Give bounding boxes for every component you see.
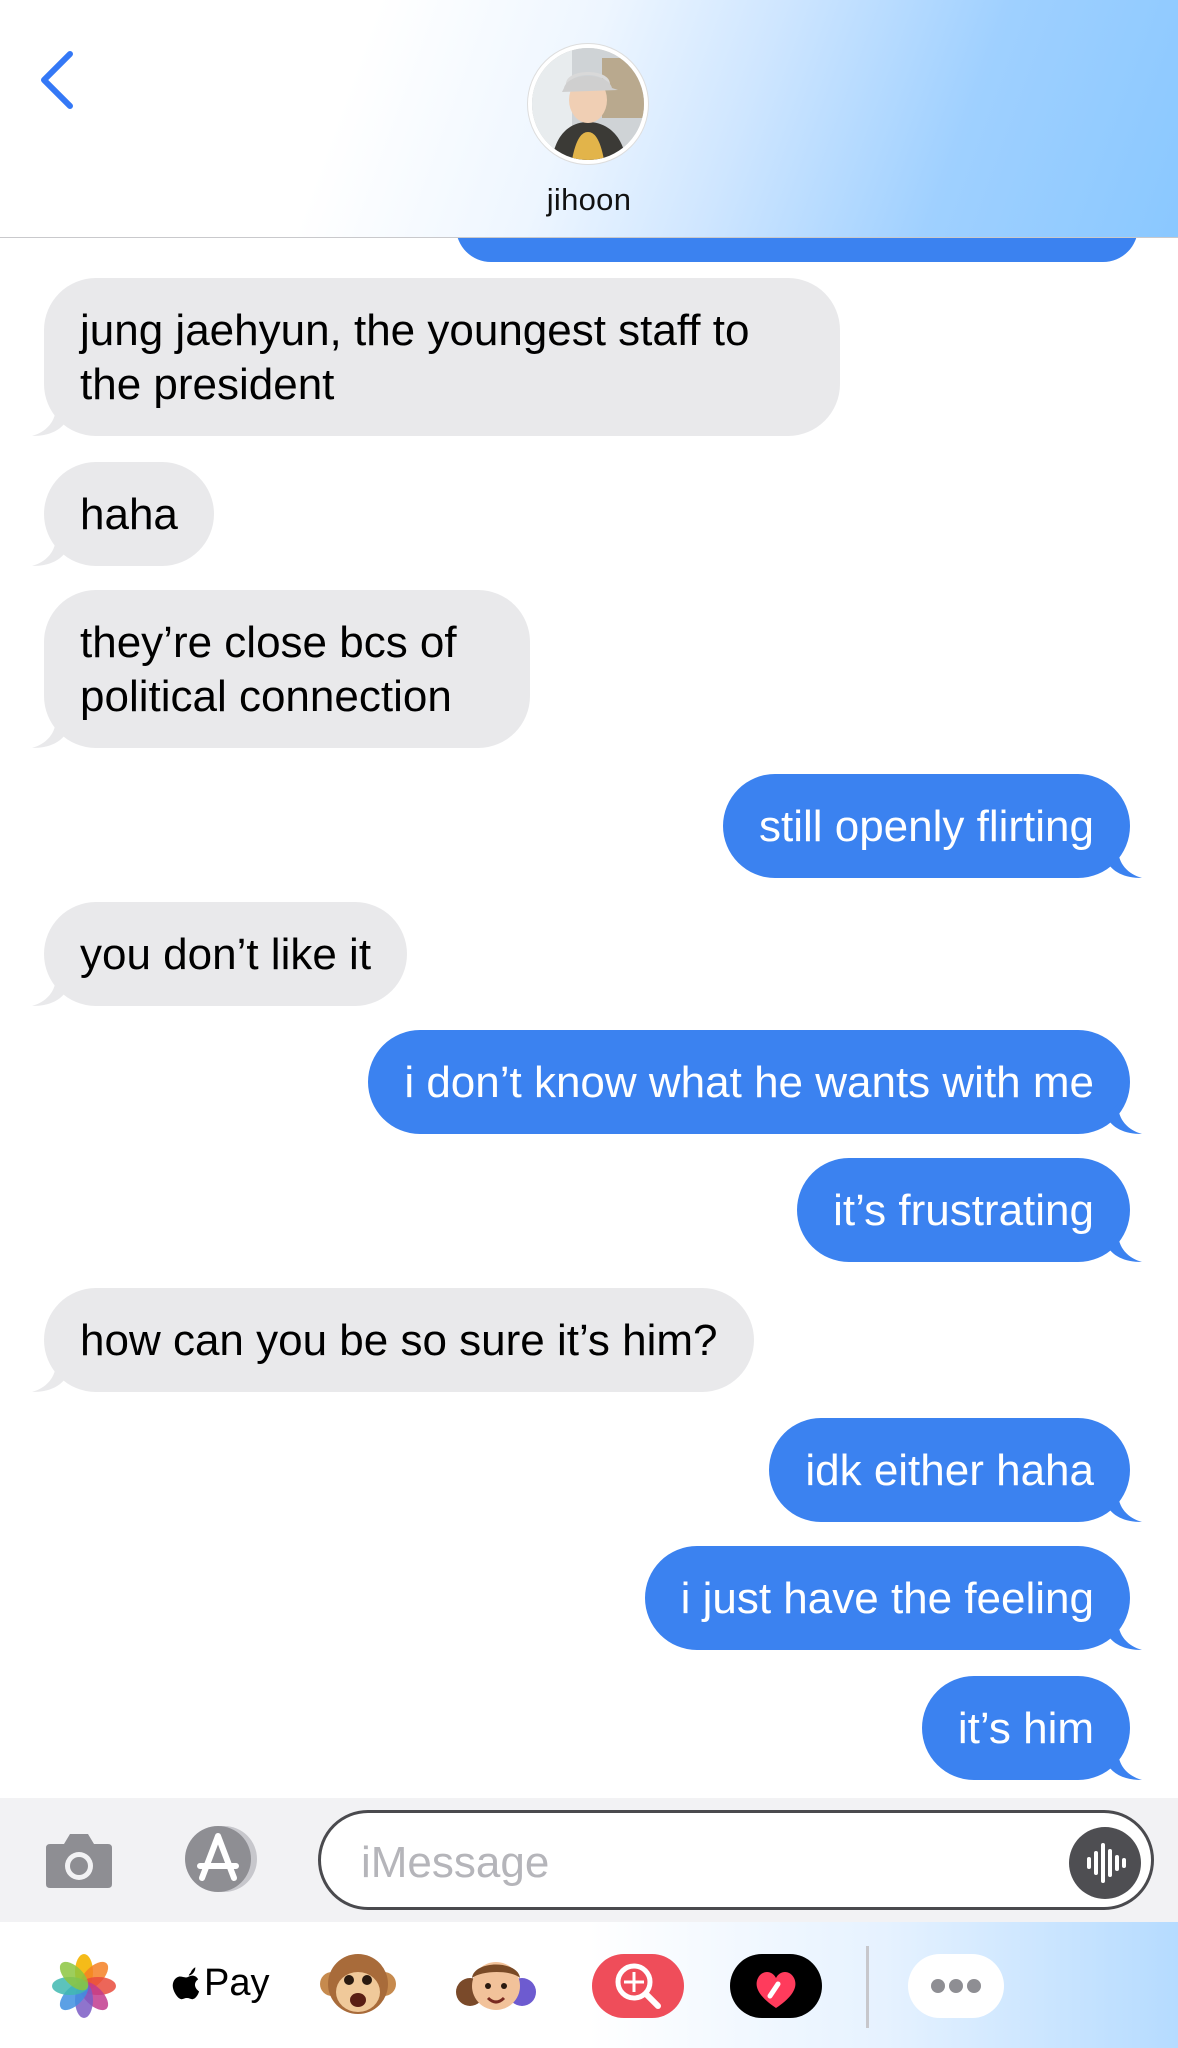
bubble-tail bbox=[32, 536, 68, 566]
memoji-app[interactable] bbox=[448, 1944, 544, 2028]
incoming-message[interactable]: haha bbox=[32, 462, 214, 566]
bubble-tail bbox=[1106, 1750, 1142, 1780]
digital-touch-app[interactable] bbox=[728, 1944, 824, 2028]
app-drawer: Pay bbox=[0, 1922, 1178, 2048]
digital-touch-icon bbox=[730, 1954, 822, 2018]
message-text: how can you be so sure it’s him? bbox=[80, 1316, 718, 1365]
apple-pay-icon bbox=[172, 1966, 200, 1999]
bubble-tail bbox=[1106, 848, 1142, 878]
contact-avatar[interactable] bbox=[528, 44, 648, 164]
outgoing-message[interactable]: idk either haha bbox=[769, 1418, 1142, 1522]
message-text: i don’t know what he wants with me bbox=[404, 1058, 1094, 1107]
search-images-icon bbox=[592, 1954, 684, 2018]
outgoing-message[interactable]: i just have the feeling bbox=[644, 1546, 1142, 1650]
incoming-message[interactable]: jung jaehyun, the youngest staff to the … bbox=[32, 278, 840, 436]
camera-button[interactable] bbox=[42, 1824, 116, 1894]
imessage-field[interactable] bbox=[318, 1810, 1154, 1910]
app-store-button[interactable] bbox=[176, 1822, 272, 1896]
bubble-tail bbox=[1106, 1492, 1142, 1522]
chevron-left-icon bbox=[41, 51, 73, 109]
contact-name[interactable]: jihoon bbox=[0, 182, 1178, 218]
message-text: they’re close bcs of political connectio… bbox=[80, 618, 457, 721]
incoming-message[interactable]: how can you be so sure it’s him? bbox=[32, 1288, 754, 1392]
partial-outgoing-bubble bbox=[456, 238, 1138, 262]
message-text: haha bbox=[80, 490, 178, 539]
outgoing-message[interactable]: i don’t know what he wants with me bbox=[368, 1030, 1142, 1134]
back-button[interactable] bbox=[30, 40, 90, 120]
bubble-tail bbox=[32, 406, 68, 436]
message-text: still openly flirting bbox=[758, 802, 1094, 851]
bubble-tail bbox=[32, 718, 68, 748]
more-apps-button[interactable] bbox=[906, 1944, 1006, 2028]
bubble-tail bbox=[32, 1362, 68, 1392]
photos-icon bbox=[52, 1954, 116, 2018]
apple-pay-label: Pay bbox=[204, 1962, 270, 2004]
outgoing-message[interactable]: still openly flirting bbox=[722, 774, 1142, 878]
message-text: idk either haha bbox=[805, 1446, 1094, 1495]
photos-app[interactable] bbox=[36, 1944, 132, 2028]
message-text: you don’t like it bbox=[80, 930, 372, 979]
message-text: jung jaehyun, the youngest staff to the … bbox=[80, 306, 750, 409]
bubble-tail bbox=[32, 976, 68, 1006]
drawer-separator bbox=[866, 1946, 869, 2028]
incoming-message[interactable]: they’re close bcs of political connectio… bbox=[32, 590, 530, 748]
conversation-header: jihoon bbox=[0, 0, 1178, 238]
outgoing-message[interactable]: it’s him bbox=[921, 1676, 1142, 1780]
apple-pay-app[interactable]: Pay bbox=[172, 1962, 269, 2005]
bubble-tail bbox=[1106, 1232, 1142, 1262]
more-apps-icon bbox=[908, 1954, 1004, 2018]
bubble-tail bbox=[1106, 1620, 1142, 1650]
animoji-app[interactable] bbox=[310, 1944, 406, 2028]
app-store-icon bbox=[185, 1826, 257, 1892]
message-text: it’s frustrating bbox=[833, 1186, 1094, 1235]
message-input[interactable] bbox=[361, 1835, 1021, 1891]
waveform-icon bbox=[1087, 1843, 1126, 1883]
image-search-app[interactable] bbox=[590, 1944, 686, 2028]
incoming-message[interactable]: you don’t like it bbox=[32, 902, 408, 1006]
memoji-icon bbox=[456, 1962, 536, 2010]
animoji-icon bbox=[320, 1954, 396, 2014]
composer-bar bbox=[0, 1798, 1178, 1922]
message-text: it’s him bbox=[957, 1704, 1094, 1753]
audio-message-button[interactable] bbox=[1069, 1827, 1141, 1899]
message-thread[interactable]: jung jaehyun, the youngest staff to the … bbox=[0, 238, 1178, 1798]
outgoing-message[interactable]: it’s frustrating bbox=[797, 1158, 1142, 1262]
bubble-tail bbox=[1106, 1104, 1142, 1134]
camera-icon bbox=[46, 1834, 112, 1888]
avatar-photo bbox=[532, 48, 644, 160]
message-text: i just have the feeling bbox=[680, 1574, 1094, 1623]
